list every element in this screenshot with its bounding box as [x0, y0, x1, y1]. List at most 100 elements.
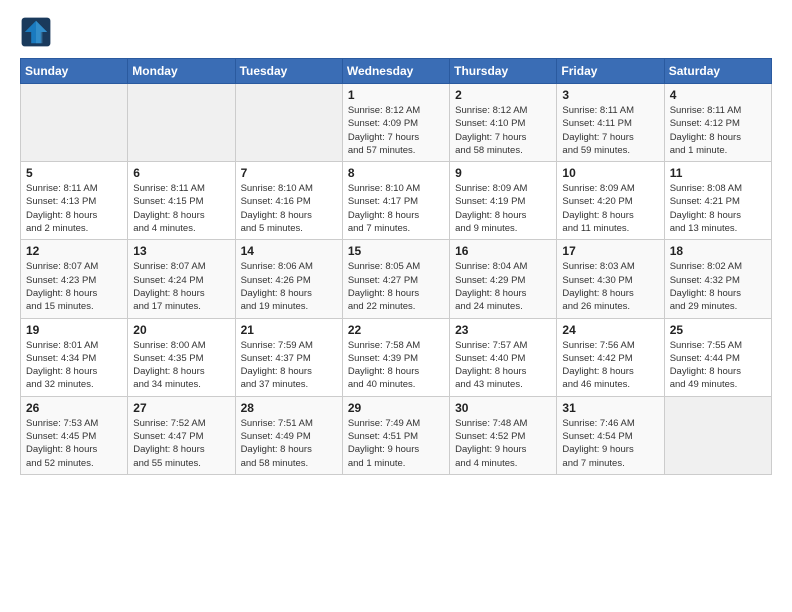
day-number: 5: [26, 166, 122, 180]
logo: [20, 16, 56, 48]
weekday-header-monday: Monday: [128, 59, 235, 84]
day-info: Sunrise: 7:57 AM Sunset: 4:40 PM Dayligh…: [455, 339, 551, 392]
day-number: 4: [670, 88, 766, 102]
calendar-day-30: 30 Sunrise: 7:48 AM Sunset: 4:52 PM Dayli…: [450, 396, 557, 474]
day-number: 26: [26, 401, 122, 415]
calendar-day-1: 1 Sunrise: 8:12 AM Sunset: 4:09 PM Daylig…: [342, 84, 449, 162]
day-number: 7: [241, 166, 337, 180]
day-info: Sunrise: 8:11 AM Sunset: 4:13 PM Dayligh…: [26, 182, 122, 235]
weekday-header-row: SundayMondayTuesdayWednesdayThursdayFrid…: [21, 59, 772, 84]
calendar-day-25: 25Sunrise: 7:55 AM Sunset: 4:44 PM Dayli…: [664, 318, 771, 396]
calendar-day-8: 8 Sunrise: 8:10 AM Sunset: 4:17 PM Daylig…: [342, 162, 449, 240]
calendar-day-19: 19 Sunrise: 8:01 AM Sunset: 4:34 PM Dayli…: [21, 318, 128, 396]
day-info: Sunrise: 8:09 AM Sunset: 4:20 PM Dayligh…: [562, 182, 658, 235]
day-number: 24: [562, 323, 658, 337]
day-info: Sunrise: 8:11 AM Sunset: 4:15 PM Dayligh…: [133, 182, 229, 235]
calendar-day-27: 27Sunrise: 7:52 AM Sunset: 4:47 PM Dayli…: [128, 396, 235, 474]
calendar-day-20: 20Sunrise: 8:00 AM Sunset: 4:35 PM Dayli…: [128, 318, 235, 396]
calendar-week-row: 12Sunrise: 8:07 AM Sunset: 4:23 PM Dayli…: [21, 240, 772, 318]
calendar-day-23: 23 Sunrise: 7:57 AM Sunset: 4:40 PM Dayli…: [450, 318, 557, 396]
calendar-day-21: 21 Sunrise: 7:59 AM Sunset: 4:37 PM Dayli…: [235, 318, 342, 396]
calendar-empty-cell: [21, 84, 128, 162]
calendar-day-17: 17 Sunrise: 8:03 AM Sunset: 4:30 PM Dayli…: [557, 240, 664, 318]
day-info: Sunrise: 7:49 AM Sunset: 4:51 PM Dayligh…: [348, 417, 444, 470]
calendar-day-5: 5 Sunrise: 8:11 AM Sunset: 4:13 PM Daylig…: [21, 162, 128, 240]
day-info: Sunrise: 7:58 AM Sunset: 4:39 PM Dayligh…: [348, 339, 444, 392]
day-info: Sunrise: 8:01 AM Sunset: 4:34 PM Dayligh…: [26, 339, 122, 392]
day-number: 23: [455, 323, 551, 337]
day-number: 11: [670, 166, 766, 180]
day-number: 6: [133, 166, 229, 180]
day-number: 18: [670, 244, 766, 258]
calendar-day-24: 24Sunrise: 7:56 AM Sunset: 4:42 PM Dayli…: [557, 318, 664, 396]
calendar-day-31: 31 Sunrise: 7:46 AM Sunset: 4:54 PM Dayli…: [557, 396, 664, 474]
day-number: 12: [26, 244, 122, 258]
day-number: 29: [348, 401, 444, 415]
day-number: 19: [26, 323, 122, 337]
day-number: 13: [133, 244, 229, 258]
day-number: 31: [562, 401, 658, 415]
day-info: Sunrise: 8:08 AM Sunset: 4:21 PM Dayligh…: [670, 182, 766, 235]
day-info: Sunrise: 8:03 AM Sunset: 4:30 PM Dayligh…: [562, 260, 658, 313]
weekday-header-wednesday: Wednesday: [342, 59, 449, 84]
day-info: Sunrise: 8:11 AM Sunset: 4:12 PM Dayligh…: [670, 104, 766, 157]
calendar-day-26: 26 Sunrise: 7:53 AM Sunset: 4:45 PM Dayli…: [21, 396, 128, 474]
calendar-day-28: 28Sunrise: 7:51 AM Sunset: 4:49 PM Dayli…: [235, 396, 342, 474]
weekday-header-thursday: Thursday: [450, 59, 557, 84]
calendar-day-14: 14Sunrise: 8:06 AM Sunset: 4:26 PM Dayli…: [235, 240, 342, 318]
calendar-week-row: 1 Sunrise: 8:12 AM Sunset: 4:09 PM Daylig…: [21, 84, 772, 162]
day-info: Sunrise: 8:12 AM Sunset: 4:10 PM Dayligh…: [455, 104, 551, 157]
day-number: 1: [348, 88, 444, 102]
calendar-day-2: 2 Sunrise: 8:12 AM Sunset: 4:10 PM Daylig…: [450, 84, 557, 162]
calendar-day-11: 11 Sunrise: 8:08 AM Sunset: 4:21 PM Dayli…: [664, 162, 771, 240]
weekday-header-sunday: Sunday: [21, 59, 128, 84]
day-number: 21: [241, 323, 337, 337]
calendar-week-row: 5 Sunrise: 8:11 AM Sunset: 4:13 PM Daylig…: [21, 162, 772, 240]
calendar-day-29: 29 Sunrise: 7:49 AM Sunset: 4:51 PM Dayli…: [342, 396, 449, 474]
day-info: Sunrise: 7:48 AM Sunset: 4:52 PM Dayligh…: [455, 417, 551, 470]
logo-icon: [20, 16, 52, 48]
page: SundayMondayTuesdayWednesdayThursdayFrid…: [0, 0, 792, 491]
calendar-empty-cell: [664, 396, 771, 474]
day-number: 10: [562, 166, 658, 180]
calendar-day-16: 16 Sunrise: 8:04 AM Sunset: 4:29 PM Dayli…: [450, 240, 557, 318]
day-info: Sunrise: 8:00 AM Sunset: 4:35 PM Dayligh…: [133, 339, 229, 392]
weekday-header-friday: Friday: [557, 59, 664, 84]
day-number: 15: [348, 244, 444, 258]
day-number: 2: [455, 88, 551, 102]
calendar-empty-cell: [235, 84, 342, 162]
header: [20, 16, 772, 48]
day-info: Sunrise: 8:05 AM Sunset: 4:27 PM Dayligh…: [348, 260, 444, 313]
day-number: 30: [455, 401, 551, 415]
calendar-day-15: 15 Sunrise: 8:05 AM Sunset: 4:27 PM Dayli…: [342, 240, 449, 318]
day-number: 8: [348, 166, 444, 180]
calendar-day-10: 10 Sunrise: 8:09 AM Sunset: 4:20 PM Dayli…: [557, 162, 664, 240]
day-info: Sunrise: 8:02 AM Sunset: 4:32 PM Dayligh…: [670, 260, 766, 313]
day-info: Sunrise: 8:11 AM Sunset: 4:11 PM Dayligh…: [562, 104, 658, 157]
day-info: Sunrise: 8:12 AM Sunset: 4:09 PM Dayligh…: [348, 104, 444, 157]
weekday-header-tuesday: Tuesday: [235, 59, 342, 84]
day-info: Sunrise: 8:10 AM Sunset: 4:17 PM Dayligh…: [348, 182, 444, 235]
day-info: Sunrise: 7:53 AM Sunset: 4:45 PM Dayligh…: [26, 417, 122, 470]
calendar-day-7: 7 Sunrise: 8:10 AM Sunset: 4:16 PM Daylig…: [235, 162, 342, 240]
day-number: 17: [562, 244, 658, 258]
day-info: Sunrise: 8:09 AM Sunset: 4:19 PM Dayligh…: [455, 182, 551, 235]
calendar-week-row: 26 Sunrise: 7:53 AM Sunset: 4:45 PM Dayli…: [21, 396, 772, 474]
day-number: 16: [455, 244, 551, 258]
day-info: Sunrise: 7:46 AM Sunset: 4:54 PM Dayligh…: [562, 417, 658, 470]
calendar-week-row: 19 Sunrise: 8:01 AM Sunset: 4:34 PM Dayli…: [21, 318, 772, 396]
day-info: Sunrise: 8:10 AM Sunset: 4:16 PM Dayligh…: [241, 182, 337, 235]
calendar-day-3: 3Sunrise: 8:11 AM Sunset: 4:11 PM Daylig…: [557, 84, 664, 162]
calendar-empty-cell: [128, 84, 235, 162]
calendar-table: SundayMondayTuesdayWednesdayThursdayFrid…: [20, 58, 772, 475]
day-number: 14: [241, 244, 337, 258]
calendar-day-22: 22Sunrise: 7:58 AM Sunset: 4:39 PM Dayli…: [342, 318, 449, 396]
day-info: Sunrise: 8:04 AM Sunset: 4:29 PM Dayligh…: [455, 260, 551, 313]
day-info: Sunrise: 7:59 AM Sunset: 4:37 PM Dayligh…: [241, 339, 337, 392]
calendar-day-9: 9Sunrise: 8:09 AM Sunset: 4:19 PM Daylig…: [450, 162, 557, 240]
calendar-day-12: 12Sunrise: 8:07 AM Sunset: 4:23 PM Dayli…: [21, 240, 128, 318]
calendar-day-6: 6 Sunrise: 8:11 AM Sunset: 4:15 PM Daylig…: [128, 162, 235, 240]
day-number: 25: [670, 323, 766, 337]
day-number: 28: [241, 401, 337, 415]
calendar-day-4: 4 Sunrise: 8:11 AM Sunset: 4:12 PM Daylig…: [664, 84, 771, 162]
